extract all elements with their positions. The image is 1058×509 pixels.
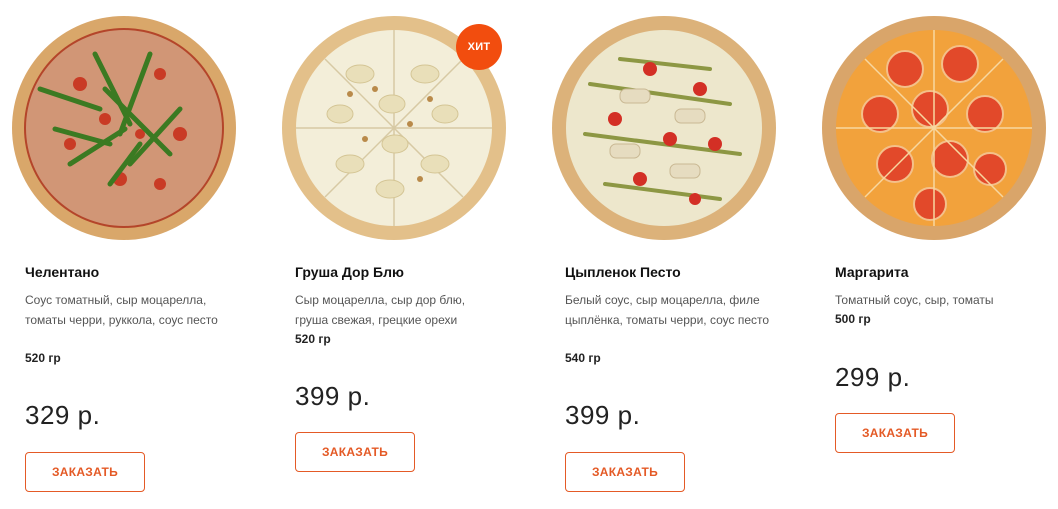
- order-button[interactable]: ЗАКАЗАТЬ: [295, 432, 415, 472]
- product-price: 399 р.: [295, 381, 371, 411]
- product-weight: 520 гр: [295, 332, 331, 346]
- product-price: 329 р.: [25, 400, 101, 430]
- product-name[interactable]: Маргарита: [835, 264, 909, 280]
- product-description: Сыр моцарелла, сыр дор блю, груша свежая…: [295, 293, 466, 327]
- product-price: 299 р.: [835, 362, 911, 392]
- product-card: ХИТ Груша Дор Блю Сыр моцарелла, сыр дор…: [270, 0, 510, 509]
- pizza-margherita-icon[interactable]: [820, 14, 1048, 242]
- product-name[interactable]: Груша Дор Блю: [295, 264, 404, 280]
- product-card: Маргарита Томатный соус, сыр, томаты 500…: [810, 0, 1050, 509]
- order-button[interactable]: ЗАКАЗАТЬ: [565, 452, 685, 492]
- product-weight: 500 гр: [835, 312, 871, 326]
- hit-badge: ХИТ: [456, 24, 502, 70]
- order-button[interactable]: ЗАКАЗАТЬ: [835, 413, 955, 453]
- product-name[interactable]: Челентано: [25, 264, 99, 280]
- pizza-chicken-pesto-icon[interactable]: [550, 14, 778, 242]
- product-name[interactable]: Цыпленок Песто: [565, 264, 681, 280]
- pizza-arugula-icon[interactable]: [10, 14, 238, 242]
- product-weight: 520 гр: [25, 351, 61, 365]
- product-weight: 540 гр: [565, 351, 601, 365]
- product-card: Челентано Соус томатный, сыр моцарелла, …: [0, 0, 240, 509]
- order-button[interactable]: ЗАКАЗАТЬ: [25, 452, 145, 492]
- product-card: Цыпленок Песто Белый соус, сыр моцарелла…: [540, 0, 780, 509]
- product-description: Соус томатный, сыр моцарелла, томаты чер…: [25, 293, 218, 327]
- product-price: 399 р.: [565, 400, 641, 430]
- product-description: Белый соус, сыр моцарелла, филе цыплёнка…: [565, 293, 770, 327]
- product-description: Томатный соус, сыр, томаты: [835, 293, 994, 307]
